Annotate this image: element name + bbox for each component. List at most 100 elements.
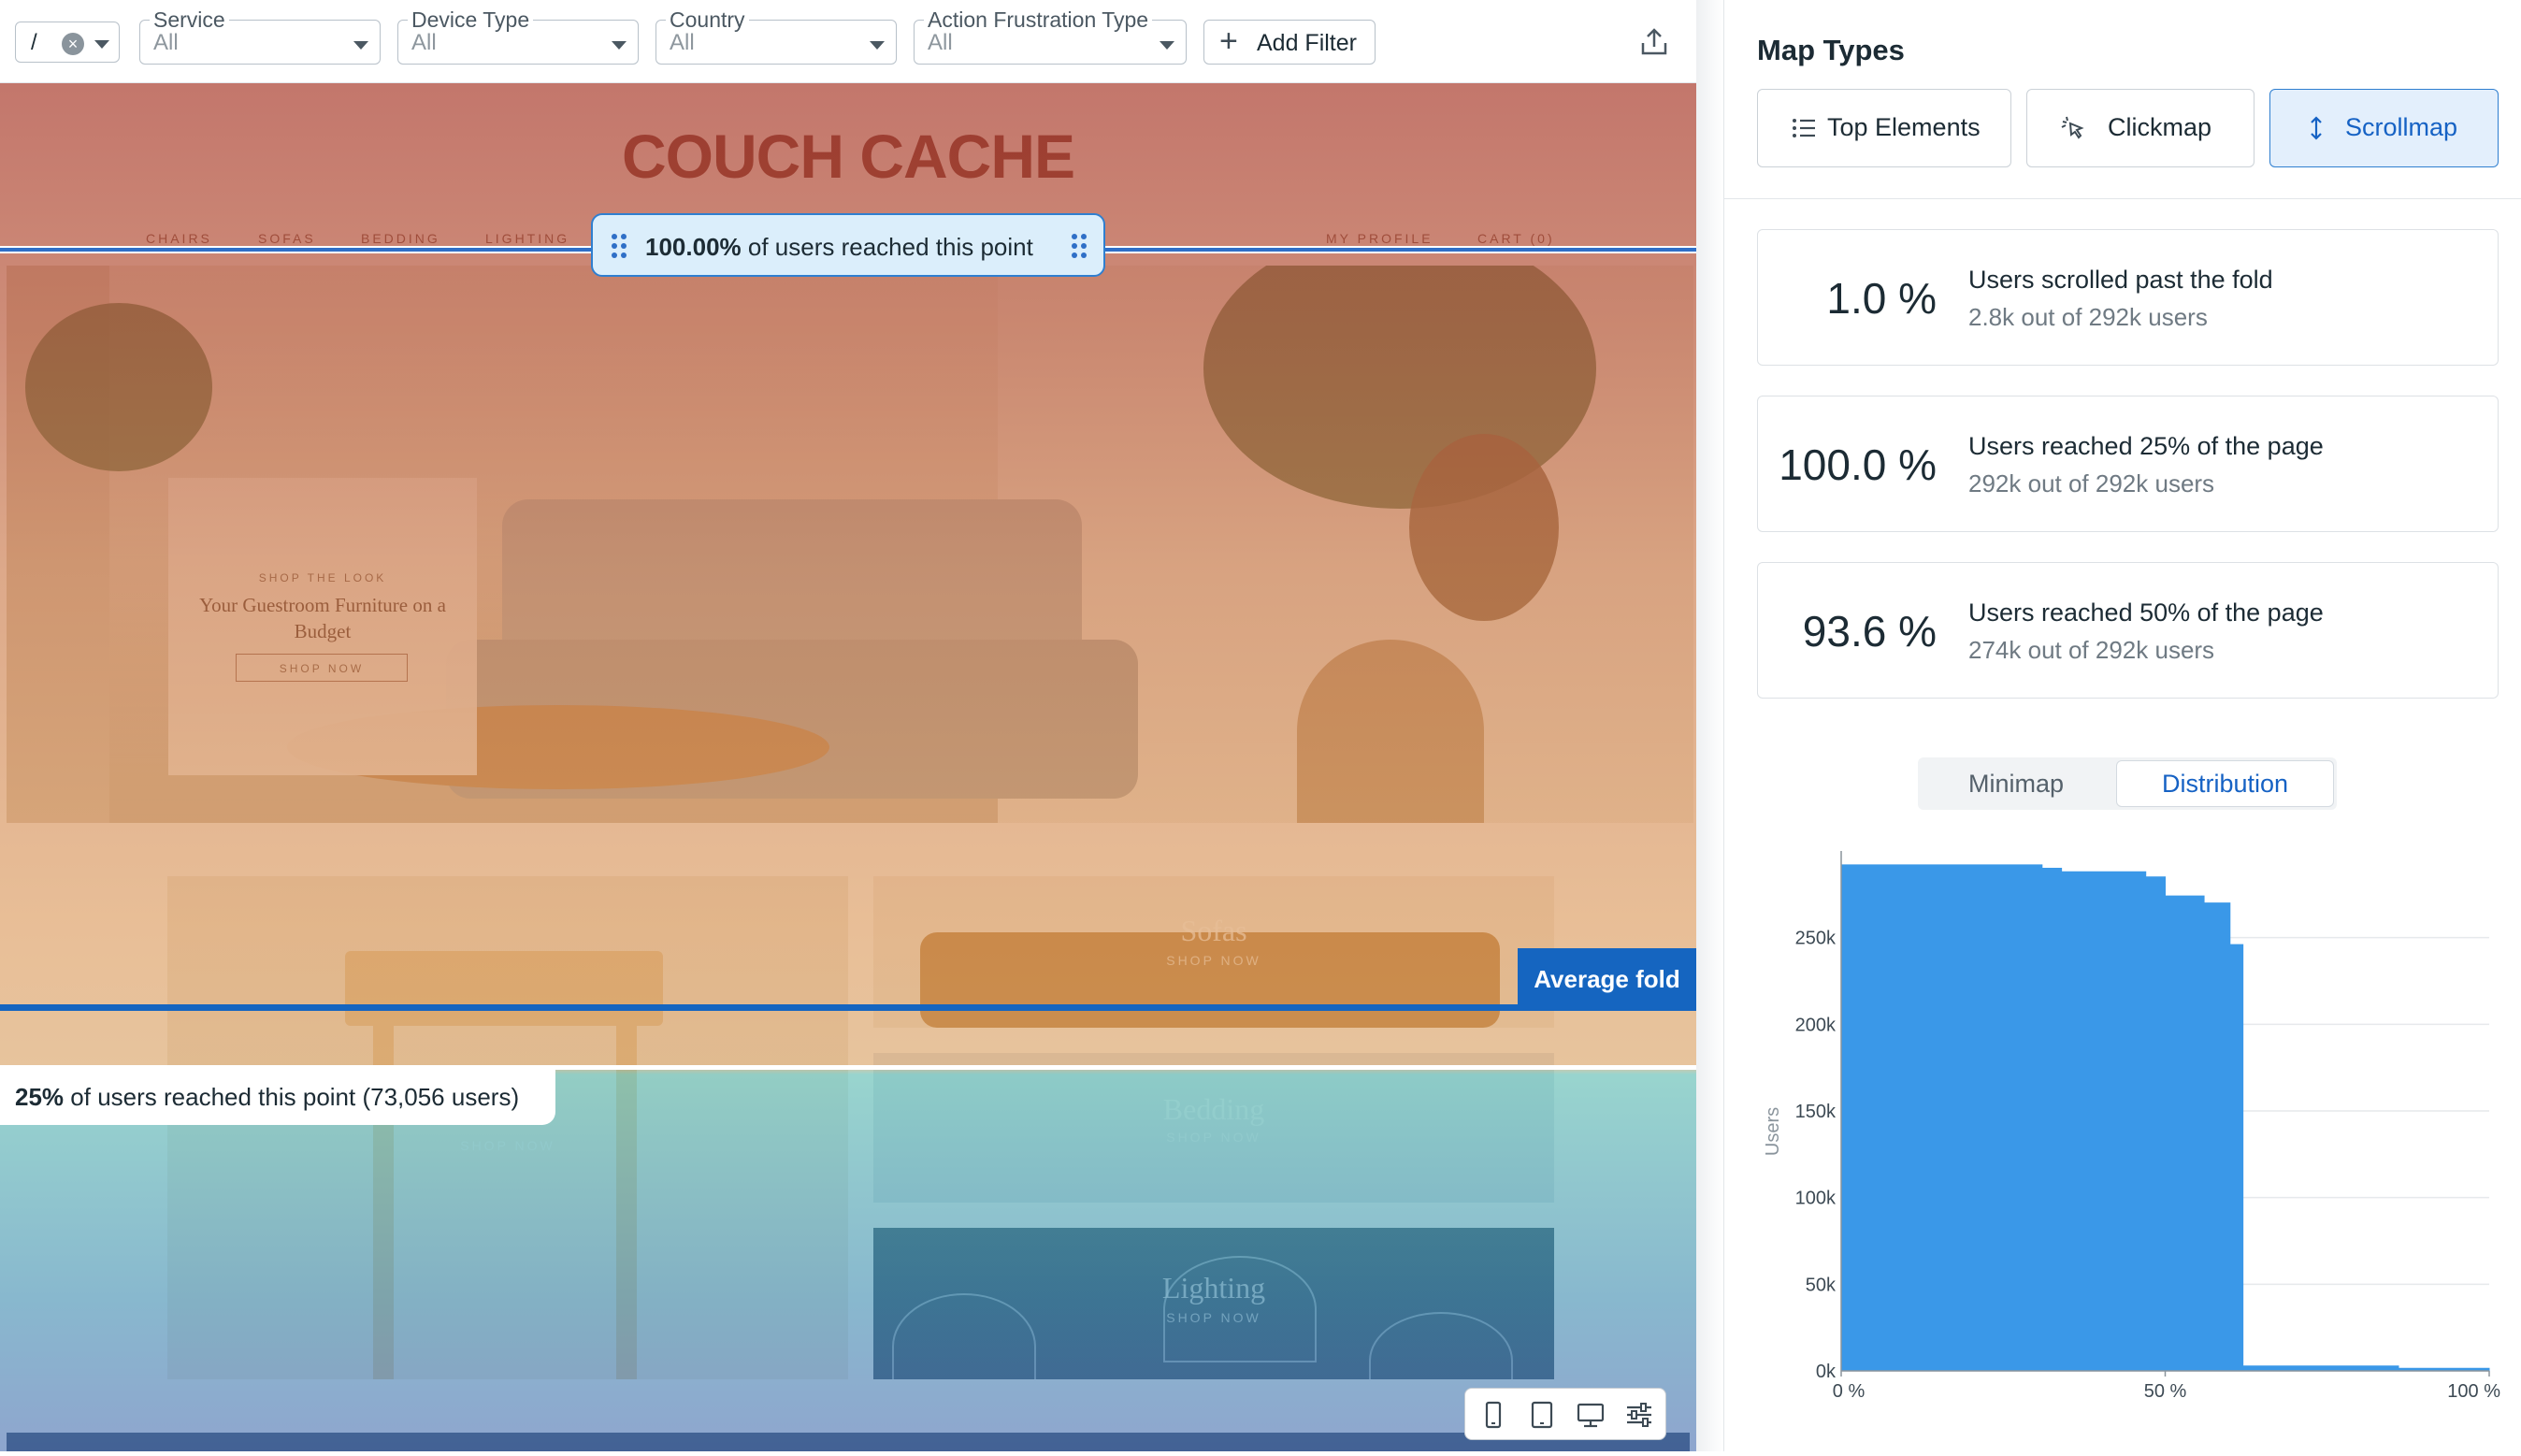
clickmap-label: Clickmap bbox=[2108, 113, 2212, 141]
tab-distribution[interactable]: Distribution bbox=[2116, 760, 2334, 807]
chairs-tile[interactable]: SHOP NOW bbox=[167, 876, 848, 1379]
chevron-down-icon bbox=[612, 41, 627, 50]
scrollmap-button[interactable]: Scrollmap bbox=[2269, 89, 2499, 167]
service-value: All bbox=[153, 30, 179, 55]
nav-cart[interactable]: CART (0) bbox=[1477, 231, 1555, 246]
export-icon[interactable] bbox=[1638, 26, 1670, 58]
sofas-tile-cta: SHOP NOW bbox=[1166, 953, 1261, 968]
nav-my-profile[interactable]: MY PROFILE bbox=[1326, 231, 1433, 246]
top-elements-label: Top Elements bbox=[1827, 113, 1981, 141]
nav-sofas[interactable]: SOFAS bbox=[258, 231, 316, 246]
y-tick-label: 200k bbox=[1795, 1015, 1837, 1035]
look-kicker: SHOP THE LOOK bbox=[258, 571, 387, 584]
quarter-reach-label: 25% of users reached this point (73,056 … bbox=[0, 1069, 555, 1125]
chevron-down-icon bbox=[353, 41, 368, 50]
quarter-reach-text: of users reached this point (73,056 user… bbox=[70, 1083, 520, 1111]
cursor-click-icon bbox=[2061, 116, 2084, 139]
site-footer-bar bbox=[7, 1433, 1690, 1451]
top-elements-button[interactable]: Top Elements bbox=[1757, 89, 2011, 167]
path-select[interactable]: / × bbox=[15, 22, 120, 63]
list-icon bbox=[1793, 119, 1815, 137]
stool-leg bbox=[616, 1026, 637, 1379]
drag-handle-icon bbox=[612, 234, 627, 258]
nav-chairs[interactable]: CHAIRS bbox=[146, 231, 212, 246]
country-label: Country bbox=[666, 7, 749, 33]
mobile-icon[interactable] bbox=[1477, 1398, 1510, 1432]
path-value: / bbox=[31, 30, 37, 55]
x-tick-label: 100 % bbox=[2447, 1381, 2500, 1402]
average-fold-label: Average fold bbox=[1518, 948, 1696, 1010]
panel-separator bbox=[1724, 198, 2521, 199]
action-frustration-label: Action Frustration Type bbox=[924, 7, 1153, 33]
x-tick-label: 50 % bbox=[2144, 1381, 2187, 1402]
top-reach-text: of users reached this point bbox=[747, 233, 1033, 261]
look-shop-now-button[interactable]: SHOP NOW bbox=[236, 654, 408, 682]
service-label: Service bbox=[150, 7, 229, 33]
scrollmap-label: Scrollmap bbox=[2345, 113, 2458, 141]
bedding-tile-cta: SHOP NOW bbox=[1166, 1130, 1261, 1145]
top-reach-label: 100.00% of users reached this point bbox=[645, 233, 1033, 262]
map-types-panel: Map Types Top Elements Clickmap Scrollma… bbox=[1723, 0, 2521, 1451]
view-toggle: Minimap Distribution bbox=[1918, 757, 2337, 810]
chevron-down-icon bbox=[1160, 41, 1174, 50]
bedding-tile-title: Bedding bbox=[1162, 1092, 1265, 1126]
country-select[interactable]: Country All bbox=[655, 7, 897, 65]
y-tick-label: 250k bbox=[1795, 929, 1837, 949]
stat-50-detail: 274k out of 292k users bbox=[1968, 636, 2215, 664]
action-frustration-select[interactable]: Action Frustration Type All bbox=[914, 7, 1187, 65]
lighting-tile-cta: SHOP NOW bbox=[1166, 1310, 1261, 1325]
stat-fold-detail: 2.8k out of 292k users bbox=[1968, 303, 2208, 331]
add-filter-button[interactable]: + Add Filter bbox=[1203, 20, 1376, 65]
add-filter-label: Add Filter bbox=[1257, 30, 1357, 56]
users-series-area bbox=[1840, 864, 2490, 1372]
scrollmap-canvas: COUCH CACHE CHAIRS SOFAS BEDDING LIGHTIN… bbox=[0, 83, 1696, 1451]
quarter-reach-pct: 25% bbox=[15, 1083, 65, 1111]
stat-25-detail: 292k out of 292k users bbox=[1968, 469, 2215, 497]
hero-hanging-plant bbox=[1409, 434, 1559, 621]
top-reach-handle[interactable]: 100.00% of users reached this point bbox=[591, 213, 1105, 277]
desktop-icon[interactable] bbox=[1574, 1398, 1607, 1432]
sofas-tile-title: Sofas bbox=[1180, 914, 1247, 947]
filter-bar: / × Service All Device Type All Country … bbox=[0, 0, 1696, 83]
bedding-tile[interactable]: Bedding SHOP NOW bbox=[873, 1053, 1554, 1203]
average-fold-line bbox=[0, 1004, 1696, 1011]
device-type-value: All bbox=[411, 30, 437, 55]
hero-plant bbox=[25, 303, 212, 471]
lamp-image bbox=[892, 1293, 1036, 1379]
stat-card-50: 93.6 % Users reached 50% of the page 274… bbox=[1757, 562, 2499, 699]
country-value: All bbox=[670, 30, 695, 55]
x-tick-label: 0 % bbox=[1833, 1381, 1866, 1402]
clickmap-button[interactable]: Clickmap bbox=[2026, 89, 2254, 167]
drag-handle-icon bbox=[1072, 234, 1087, 258]
scroll-arrows-icon bbox=[2311, 116, 2322, 140]
chevron-down-icon bbox=[94, 40, 109, 49]
stat-card-fold: 1.0 % Users scrolled past the fold 2.8k … bbox=[1757, 229, 2499, 366]
stat-fold-title: Users scrolled past the fold bbox=[1968, 266, 2273, 294]
service-select[interactable]: Service All bbox=[139, 7, 381, 65]
clear-icon[interactable]: × bbox=[62, 33, 84, 55]
tab-minimap[interactable]: Minimap bbox=[1918, 757, 2114, 810]
stat-50-pct: 93.6 % bbox=[1802, 607, 1937, 656]
nav-lighting[interactable]: LIGHTING bbox=[485, 231, 569, 246]
tablet-icon[interactable] bbox=[1525, 1398, 1559, 1432]
nav-bedding[interactable]: BEDDING bbox=[361, 231, 440, 246]
panel-divider bbox=[1696, 0, 1724, 1451]
distribution-chart: 0k 50k 100k 150k 200k 250k 0 % 50 % 100 % Users bbox=[1724, 823, 2521, 1451]
stat-fold-pct: 1.0 % bbox=[1826, 274, 1937, 323]
device-switcher bbox=[1464, 1388, 1666, 1440]
settings-sliders-icon[interactable] bbox=[1622, 1398, 1656, 1432]
top-reach-pct: 100.00% bbox=[645, 233, 742, 261]
plus-icon: + bbox=[1219, 23, 1238, 59]
y-tick-label: 50k bbox=[1806, 1275, 1837, 1295]
lighting-tile[interactable]: Lighting SHOP NOW bbox=[873, 1228, 1554, 1379]
stat-25-pct: 100.0 % bbox=[1779, 440, 1937, 489]
device-type-select[interactable]: Device Type All bbox=[397, 7, 639, 65]
y-axis-title: Users bbox=[1763, 1107, 1783, 1156]
stat-card-25: 100.0 % Users reached 25% of the page 29… bbox=[1757, 396, 2499, 532]
distribution-chart-svg: 0k 50k 100k 150k 200k 250k 0 % 50 % 100 % Users bbox=[1763, 851, 2500, 1402]
stat-50-title: Users reached 50% of the page bbox=[1968, 598, 2324, 627]
y-tick-label: 100k bbox=[1795, 1189, 1837, 1209]
hero-side-table bbox=[1297, 640, 1484, 823]
y-tick-label: 150k bbox=[1795, 1102, 1837, 1122]
stool-image bbox=[345, 951, 663, 1026]
